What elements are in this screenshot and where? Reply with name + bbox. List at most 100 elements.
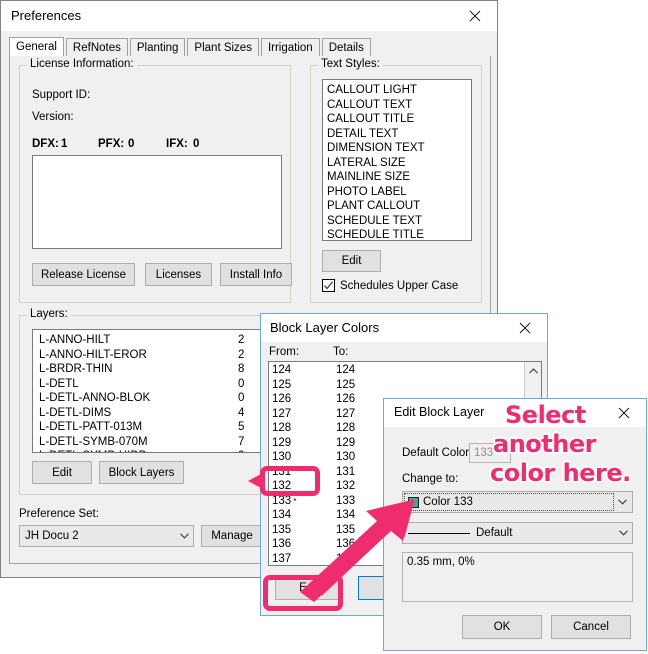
layer-value: 2 [238,449,244,452]
linetype-select-combo[interactable]: Default [402,522,633,544]
preferences-titlebar: Preferences [1,1,497,31]
to-value: 133 [336,494,356,507]
list-item[interactable]: MAINLINE SIZE [327,170,471,185]
list-item[interactable]: LATERAL SIZE [327,156,471,171]
edit-block-layer-cancel-button[interactable]: Cancel [551,615,631,639]
layer-value: 2 [238,348,245,361]
to-value: 131 [336,465,356,478]
list-item[interactable]: PLANT CALLOUT [327,199,471,214]
tab-refnotes[interactable]: RefNotes [65,38,128,57]
chevron-up-icon[interactable] [525,362,541,379]
layer-value: 8 [238,363,245,375]
preference-set-combo[interactable]: JH Docu 2 [19,525,194,547]
list-item[interactable]: DIMENSION TEXT [327,141,471,156]
to-value: 134 [336,509,356,521]
list-item[interactable]: CALLOUT TEXT [327,98,471,113]
layer-value: 4 [238,406,245,419]
chevron-down-icon[interactable] [614,493,631,511]
star-marker: * [291,496,297,506]
install-info-button[interactable]: Install Info [220,263,292,286]
to-value: 136 [336,538,356,550]
tab-plant-sizes[interactable]: Plant Sizes [187,38,259,57]
list-item[interactable]: SCHEDULE TEXT [327,214,471,229]
column-header-from: From: [269,346,300,358]
screenshot-root: Preferences General RefNotes Planting Pl… [0,0,648,654]
edit-block-layer-ok-button[interactable]: OK [462,615,542,639]
close-icon[interactable] [503,314,547,342]
from-value: 124 [272,364,292,376]
solid-line-icon [408,532,470,534]
to-value: 137 [336,552,356,565]
to-value: 128 [336,422,356,434]
release-license-button[interactable]: Release License [32,263,135,286]
manage-button[interactable]: Manage [201,525,263,547]
edit-block-layer-title: Edit Block Layer [394,405,485,419]
column-header-to: To: [333,346,349,358]
from-value: 127 [272,407,292,420]
tab-planting[interactable]: Planting [129,38,186,57]
annotation-line-3: color here. [490,459,632,487]
color-select-combo[interactable]: Color 133 [402,491,633,513]
list-item[interactable]: CALLOUT TITLE [327,112,471,127]
list-item[interactable]: CALLOUT LIGHT [327,83,471,98]
tab-details[interactable]: Details [321,38,371,57]
layer-name: L-BRDR-THIN [39,363,113,375]
block-layer-colors-titlebar: Block Layer Colors [261,314,547,342]
dfx-value: 1 [61,138,68,150]
text-styles-listbox[interactable]: CALLOUT LIGHT CALLOUT TEXT CALLOUT TITLE… [322,79,472,241]
tab-strip: General RefNotes Planting Plant Sizes Ir… [9,37,373,58]
color-swatch-icon [408,496,419,508]
block-layers-button[interactable]: Block Layers [99,461,184,484]
license-textarea[interactable] [32,155,282,249]
layer-name: L-DETL-PATT-013M [39,421,143,433]
tab-general[interactable]: General [9,37,64,58]
linetype-preview: Default [403,527,615,539]
close-icon[interactable] [453,1,497,30]
pfx-label: PFX: [98,138,125,150]
layer-name: L-DETL [39,377,79,390]
chevron-down-icon[interactable] [615,530,632,536]
list-item[interactable]: PHOTO LABEL [327,185,471,200]
to-value: 126 [336,393,356,405]
to-value: 124 [336,364,356,376]
highlight-box-selected-row [260,466,320,496]
table-row[interactable]: 124 124 [269,363,525,378]
schedules-upper-case-checkbox[interactable] [322,279,335,292]
support-id-label: Support ID: [32,89,91,101]
to-value: 130 [336,451,356,463]
ifx-label: IFX: [166,138,188,150]
layer-name: L-DETL-ANNO-BLOK [39,392,151,404]
close-icon[interactable] [602,399,646,427]
table-row[interactable]: 125 125 [269,378,525,393]
preference-set-label: Preference Set: [19,508,99,520]
from-number: 133 [272,494,292,507]
text-styles-edit-button[interactable]: Edit [322,250,381,272]
licenses-button[interactable]: Licenses [145,263,212,286]
highlight-box-edit-button [263,575,343,611]
list-item[interactable]: DETAIL TEXT [327,127,471,142]
layers-edit-button[interactable]: Edit [32,461,92,484]
color-combo-value: Color 133 [423,496,473,508]
layer-name: L-ANNO-HILT-EROR [39,348,147,361]
to-value: 129 [336,436,356,449]
block-layer-colors-title: Block Layer Colors [270,320,380,335]
to-value: 125 [336,378,356,391]
ifx-value: 0 [193,138,200,150]
dfx-label: DFX: [32,138,59,150]
list-item[interactable]: SCHEDULE TITLE [327,228,471,240]
change-to-label: Change to: [402,473,459,485]
from-value: 128 [272,422,292,434]
chevron-down-icon [176,533,193,539]
from-value: 137 [272,552,292,565]
from-value: 125 [272,378,292,391]
from-value: 130 [272,451,292,463]
layer-value: 0 [238,392,245,404]
from-value: 134 [272,509,292,521]
preference-set-value: JH Docu 2 [25,530,79,542]
layer-name: L-DETL-SYMB-070M [39,435,148,448]
to-value: 132 [336,480,356,492]
from-value: 136 [272,538,292,550]
window-title: Preferences [11,8,82,23]
tab-irrigation[interactable]: Irrigation [260,38,320,57]
text-styles-legend: Text Styles: [318,58,383,70]
